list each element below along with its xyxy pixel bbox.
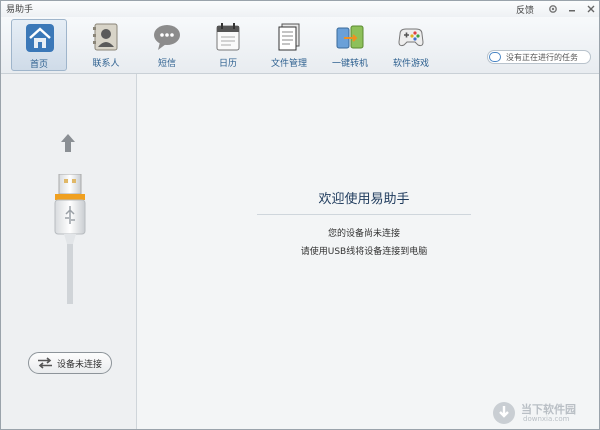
title-bar: 易助手 反馈 [1, 1, 599, 17]
main-toolbar: 首页 联系人 短信 日历 文件管理 一键转机 软件游戏 没有正在进行的任务 [1, 17, 599, 74]
minimize-icon[interactable] [564, 2, 580, 16]
one-key-transfer-icon [336, 25, 364, 49]
file-manager-icon [278, 23, 300, 51]
nav-home[interactable]: 首页 [11, 19, 67, 71]
close-icon[interactable] [583, 2, 599, 16]
up-arrow-icon [61, 134, 75, 152]
watermark: 当下软件园 downxia.com [493, 401, 593, 425]
gear-icon[interactable] [545, 2, 561, 16]
nav-one-key-transfer[interactable]: 一键转机 [322, 19, 378, 71]
nav-sms-label: 短信 [157, 59, 176, 69]
divider [257, 214, 471, 215]
swap-arrows-icon [38, 357, 52, 369]
device-status-label: 设备未连接 [57, 360, 103, 370]
task-status-toggle[interactable]: 没有正在进行的任务 [487, 50, 591, 64]
window-controls: 反馈 [516, 1, 599, 17]
watermark-url: downxia.com [523, 415, 570, 423]
home-icon [26, 24, 54, 52]
nav-file-manager[interactable]: 文件管理 [261, 19, 317, 71]
nav-sms[interactable]: 短信 [139, 19, 195, 71]
task-status-text: 没有正在进行的任务 [506, 53, 578, 62]
nav-apps-games-label: 软件游戏 [392, 59, 429, 69]
device-status-button[interactable]: 设备未连接 [28, 352, 112, 374]
nav-contacts[interactable]: 联系人 [78, 19, 134, 71]
nav-one-key-transfer-label: 一键转机 [331, 59, 368, 69]
main-content: 欢迎使用易助手 您的设备尚未连接 请使用USB线将设备连接到电脑 当下软件园 d… [137, 74, 599, 429]
calendar-icon [216, 23, 240, 51]
gamepad-icon [398, 28, 424, 47]
nav-file-manager-label: 文件管理 [270, 59, 307, 69]
feedback-link[interactable]: 反馈 [516, 3, 534, 16]
nav-apps-games[interactable]: 软件游戏 [383, 19, 439, 71]
app-window: 易助手 反馈 首页 联系人 短信 日历 文件管理 一键转机 软件游戏 没有正在进… [0, 0, 600, 430]
app-title: 易助手 [6, 5, 34, 15]
nav-calendar-label: 日历 [218, 59, 237, 69]
usb-instruction-text: 请使用USB线将设备连接到电脑 [300, 247, 428, 257]
usb-cable-icon [54, 174, 86, 304]
nav-contacts-label: 联系人 [92, 59, 120, 69]
device-not-connected-text: 您的设备尚未连接 [327, 229, 400, 239]
toggle-knob [489, 52, 501, 62]
sms-icon [154, 25, 180, 50]
nav-calendar[interactable]: 日历 [200, 19, 256, 71]
welcome-title: 欢迎使用易助手 [318, 192, 410, 207]
contacts-icon [93, 23, 118, 51]
download-logo-icon [493, 402, 515, 424]
nav-home-label: 首页 [29, 60, 48, 70]
device-panel: 设备未连接 [1, 74, 137, 429]
